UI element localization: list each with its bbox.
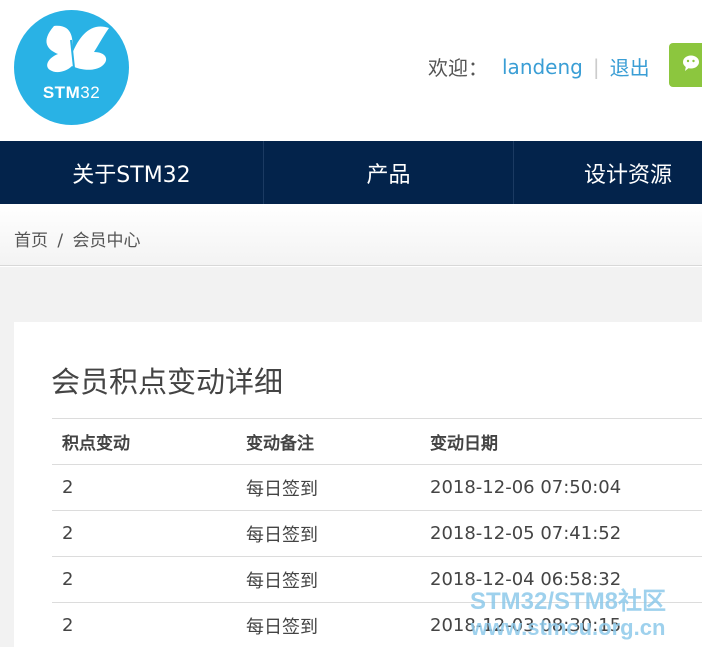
cell-note: 每日签到 [236,510,420,557]
breadcrumb-current[interactable]: 会员中心 [73,231,141,251]
page-title: 会员积点变动详细 [51,365,284,399]
logout-link[interactable]: 退出 [610,52,650,81]
username-link[interactable]: landeng [502,55,583,79]
cell-change: 2 [52,464,236,511]
wechat-button[interactable] [669,43,702,87]
cell-change: 2 [52,556,236,603]
cell-note: 每日签到 [236,602,420,647]
column-header-date: 变动日期 [420,418,702,465]
table-row: 2 每日签到 2018-12-05 07:41:52 [52,510,702,557]
welcome-label: 欢迎： [428,56,488,80]
table-row: 2 每日签到 2018-12-04 06:58:32 [52,556,702,603]
site-header: STM32 欢迎： landeng | 退出 [0,0,702,141]
wechat-icon [683,55,699,71]
user-bar: 欢迎： landeng | 退出 [428,52,650,81]
points-table: 积点变动 变动备注 变动日期 2 每日签到 2018-12-06 07:50:0… [52,418,702,647]
column-header-note: 变动备注 [236,418,420,465]
cell-note: 每日签到 [236,556,420,603]
cell-change: 2 [52,602,236,647]
table-header-row: 积点变动 变动备注 变动日期 [52,418,702,465]
user-bar-separator: | [592,54,600,79]
table-row: 2 每日签到 2018-12-06 07:50:04 [52,464,702,511]
cell-date: 2018-12-05 07:41:52 [420,510,702,557]
nav-item-design-resources[interactable]: 设计资源 [514,141,702,204]
breadcrumb-bar: 首页 / 会员中心 [0,204,702,266]
nav-item-about-stm32[interactable]: 关于STM32 [0,141,264,204]
table-row: 2 每日签到 2018-12-03 08:30:15 [52,602,702,647]
cell-date: 2018-12-04 06:58:32 [420,556,702,603]
cell-date: 2018-12-06 07:50:04 [420,464,702,511]
nav-item-products[interactable]: 产品 [264,141,514,204]
cell-change: 2 [52,510,236,557]
breadcrumb-home[interactable]: 首页 [14,231,48,251]
cell-date: 2018-12-03 08:30:15 [420,602,702,647]
main-nav: 关于STM32 产品 设计资源 [0,141,702,204]
cell-note: 每日签到 [236,464,420,511]
logo-text: STM32 [42,83,101,102]
stm32-logo[interactable]: STM32 [14,10,129,125]
butterfly-icon [46,25,109,73]
breadcrumb: 首页 / 会员中心 [14,226,141,251]
breadcrumb-separator: / [57,231,64,251]
column-header-change: 积点变动 [52,418,236,465]
